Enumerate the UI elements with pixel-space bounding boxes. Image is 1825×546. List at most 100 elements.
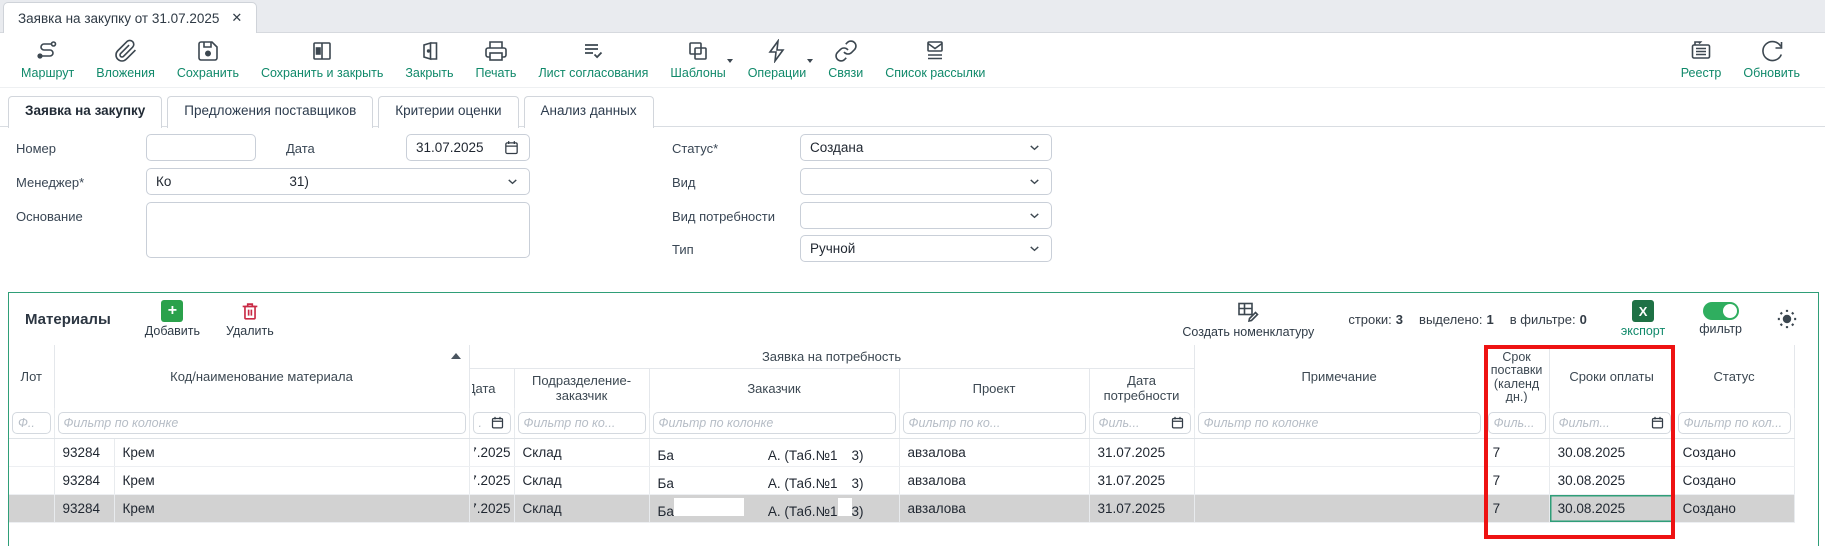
print-button[interactable]: Печать — [465, 37, 528, 82]
filter-toggle[interactable]: фильтр — [1699, 302, 1742, 336]
approval-sheet-icon — [581, 39, 605, 63]
nomer-input[interactable] — [156, 140, 246, 155]
redaction-block — [838, 470, 852, 488]
attachments-button[interactable]: Вложения — [85, 37, 166, 82]
toggle-on-icon[interactable] — [1703, 302, 1739, 320]
tip-select[interactable]: Ручной — [800, 235, 1052, 262]
materials-toolbar: Материалы + Добавить Удалить Создать ном… — [9, 293, 1818, 345]
materials-panel: Материалы + Добавить Удалить Создать ном… — [8, 292, 1819, 546]
filter-project-input[interactable] — [909, 416, 1080, 430]
table-row[interactable]: 93284 Крем 31.07.2025 Склад БаА. (Таб.№1… — [9, 438, 1794, 466]
filter-department-input[interactable] — [524, 416, 640, 430]
vid-potrebnosti-select[interactable] — [800, 202, 1052, 229]
table-row[interactable]: 93284 Крем 31.07.2025 Склад БаА. (Таб.№1… — [9, 466, 1794, 494]
create-nomenclature-button[interactable]: Создать номенклатуру — [1182, 299, 1314, 339]
tip-label: Тип — [672, 242, 694, 257]
filter-date-input[interactable] — [479, 416, 485, 430]
filtered-count: в фильтре:0 — [1510, 312, 1587, 327]
calendar-icon[interactable] — [1650, 415, 1665, 430]
filter-need-date-input[interactable] — [1099, 416, 1170, 430]
close-button[interactable]: Закрыть — [394, 37, 464, 82]
filter-payment-input[interactable] — [1559, 416, 1650, 430]
operations-button[interactable]: Операции — [737, 37, 817, 82]
materials-table: Лот Код/наименование материала Заявка на… — [9, 345, 1795, 523]
tab-analiz[interactable]: Анализ данных — [524, 96, 654, 128]
page-tabs: Заявка на закупку Предложения поставщико… — [0, 96, 1825, 127]
customer-cell: БаА. (Таб.№13) — [649, 438, 899, 466]
osnovanie-label: Основание — [16, 209, 83, 224]
customer-cell: БаА. (Таб.№13) — [649, 494, 899, 522]
registry-button[interactable]: Реестр — [1670, 37, 1733, 82]
chevron-down-icon — [1027, 241, 1042, 256]
save-and-close-button[interactable]: Сохранить и закрыть — [250, 37, 394, 82]
dropdown-caret-icon — [807, 59, 813, 63]
templates-button[interactable]: Шаблоны — [659, 37, 736, 82]
approval-sheet-button[interactable]: Лист согласования — [527, 37, 659, 82]
mailing-list-icon — [923, 39, 947, 63]
materials-toolbar-right: Создать номенклатуру строки:3 выделено:1… — [1182, 299, 1808, 339]
dropdown-caret-icon — [727, 59, 733, 63]
save-button[interactable]: Сохранить — [166, 37, 250, 82]
rows-count: строки:3 — [1348, 312, 1403, 327]
redaction-block — [838, 442, 852, 460]
col-header-customer[interactable]: Заказчик — [649, 368, 899, 408]
lightning-icon — [765, 39, 789, 63]
filter-customer-input[interactable] — [659, 416, 890, 430]
refresh-icon — [1760, 39, 1784, 63]
table-row-selected[interactable]: 93284 Крем 31.07.2025 Склад БаА. (Таб.№1… — [9, 494, 1794, 522]
col-header-department[interactable]: Подразделение-заказчик — [514, 368, 649, 408]
col-header-lot[interactable]: Лот — [9, 345, 54, 408]
refresh-button[interactable]: Обновить — [1732, 37, 1811, 82]
filter-note-input[interactable] — [1204, 416, 1475, 430]
manager-value-end: 31) — [289, 174, 309, 189]
redaction-block — [171, 173, 289, 191]
door-icon — [417, 39, 441, 63]
tab-kriterii[interactable]: Критерии оценки — [378, 96, 518, 128]
osnovanie-textarea[interactable] — [146, 202, 530, 258]
chevron-down-icon — [1027, 208, 1042, 223]
tab-zayavka[interactable]: Заявка на закупку — [8, 96, 162, 128]
col-header-project[interactable]: Проект — [899, 368, 1089, 408]
chevron-down-icon — [505, 174, 520, 189]
nomer-field[interactable] — [146, 134, 256, 161]
status-label: Статус* — [672, 141, 718, 156]
date-field[interactable]: 31.07.2025 — [406, 134, 530, 161]
delete-row-button[interactable]: Удалить — [226, 300, 274, 338]
col-header-status[interactable]: Статус — [1674, 345, 1794, 408]
redaction-block — [838, 498, 852, 516]
links-button[interactable]: Связи — [817, 37, 874, 82]
gear-icon[interactable] — [1776, 308, 1798, 330]
vid-select[interactable] — [800, 168, 1052, 195]
calendar-icon[interactable] — [490, 415, 505, 430]
chevron-down-icon — [1027, 140, 1042, 155]
calendar-icon[interactable] — [1170, 415, 1185, 430]
manager-select[interactable]: Ко 31) — [146, 168, 530, 195]
col-header-delivery-days[interactable]: Срок поставки (календ дн.) — [1484, 345, 1549, 408]
route-button[interactable]: Маршрут — [10, 37, 85, 82]
manager-label: Менеджер* — [16, 175, 84, 190]
col-header-need-date[interactable]: Дата потребности — [1089, 368, 1194, 408]
status-select[interactable]: Создана — [800, 134, 1052, 161]
filter-status-input[interactable] — [1684, 416, 1785, 430]
col-header-note[interactable]: Примечание — [1194, 345, 1484, 408]
col-header-payment-terms[interactable]: Сроки оплаты — [1549, 345, 1674, 408]
redaction-block — [674, 498, 744, 516]
sort-ascending-icon — [451, 353, 461, 359]
row-counters: строки:3 выделено:1 в фильтре:0 — [1348, 312, 1587, 327]
col-header-code-name[interactable]: Код/наименование материала — [54, 345, 469, 408]
focused-cell[interactable]: 30.08.2025 — [1549, 494, 1674, 522]
templates-icon — [686, 39, 710, 63]
calendar-icon[interactable] — [503, 139, 520, 156]
filter-lot-input[interactable] — [18, 416, 45, 430]
close-tab-icon[interactable]: ✕ — [231, 10, 242, 26]
filter-delivery-input[interactable] — [1494, 416, 1540, 430]
export-excel-button[interactable]: X экспорт — [1621, 300, 1665, 338]
tab-predlozheniya[interactable]: Предложения поставщиков — [167, 96, 373, 128]
col-header-date[interactable]: Дата — [469, 368, 514, 408]
add-row-button[interactable]: + Добавить — [145, 300, 200, 338]
document-tab[interactable]: Заявка на закупку от 31.07.2025 ✕ — [3, 2, 257, 33]
mailing-list-button[interactable]: Список рассылки — [874, 37, 996, 82]
vid-label: Вид — [672, 175, 696, 190]
paperclip-icon — [114, 39, 138, 63]
filter-name-input[interactable] — [64, 416, 460, 430]
